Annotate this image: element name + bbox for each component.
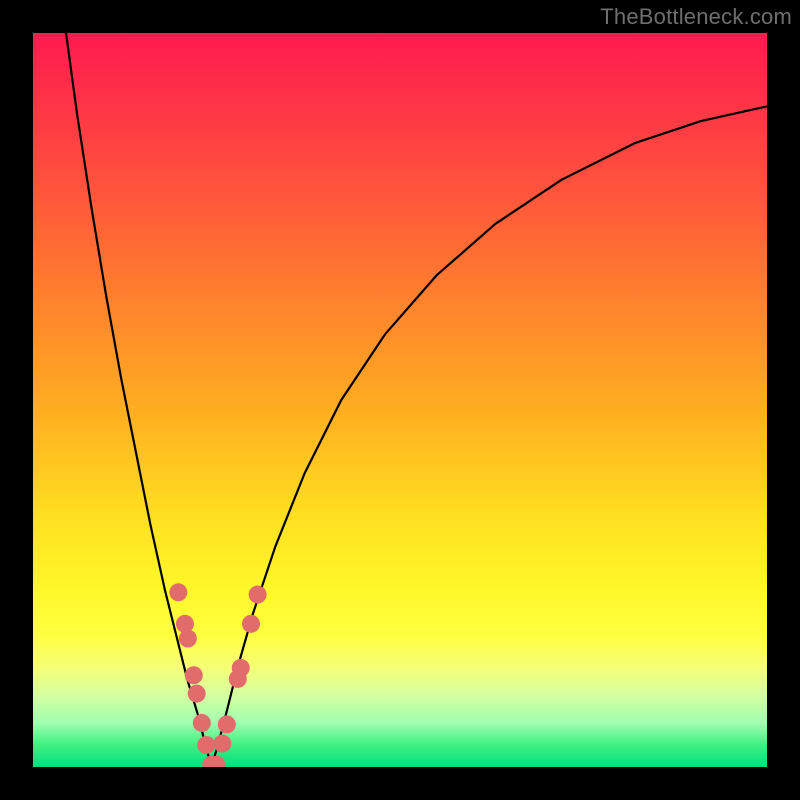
plot-background-gradient xyxy=(33,33,767,767)
chart-frame: TheBottleneck.com xyxy=(0,0,800,800)
watermark-label: TheBottleneck.com xyxy=(600,4,792,30)
